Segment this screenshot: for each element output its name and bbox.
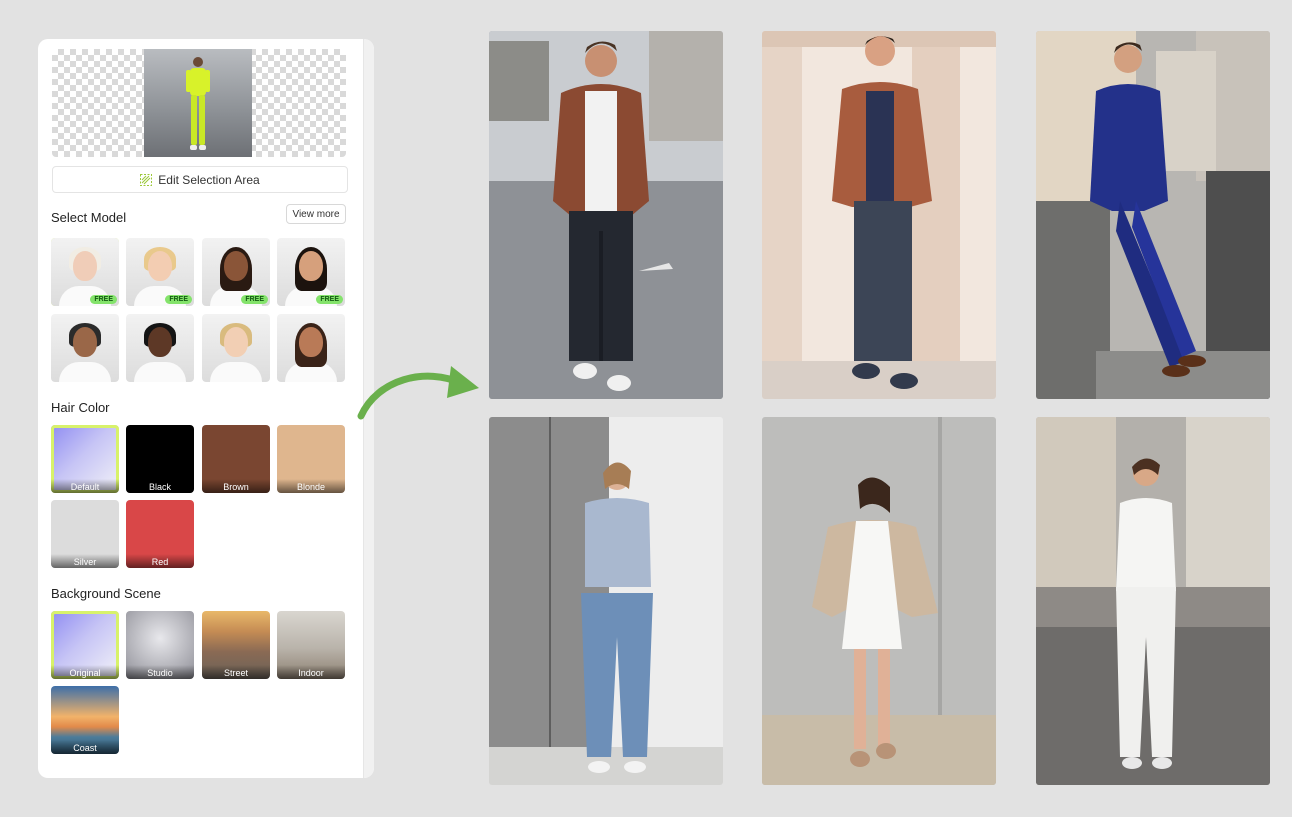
hair-color-title: Hair Color — [51, 400, 110, 415]
preview-photo — [144, 49, 252, 157]
hair-color-brown[interactable]: Brown — [202, 425, 270, 493]
model-option-4[interactable]: FREE — [277, 238, 345, 306]
result-photo-3[interactable] — [1036, 31, 1270, 399]
hair-color-blonde[interactable]: Blonde — [277, 425, 345, 493]
model-option-8[interactable] — [277, 314, 345, 382]
result-elevator-woman-jeans — [489, 417, 723, 785]
scene-street[interactable]: Street — [202, 611, 270, 679]
model-option-5[interactable] — [51, 314, 119, 382]
select-model-title: Select Model — [51, 210, 127, 225]
hair-color-red[interactable]: Red — [126, 500, 194, 568]
hair-color-label: Silver — [51, 554, 119, 568]
model-option-3[interactable]: FREE — [202, 238, 270, 306]
selection-area-icon — [140, 173, 153, 186]
free-badge: FREE — [316, 295, 343, 304]
result-street-man-brown-jacket — [489, 31, 723, 399]
model-face — [299, 327, 323, 357]
hair-color-black[interactable]: Black — [126, 425, 194, 493]
scene-label: Coast — [51, 740, 119, 754]
hair-color-label: Red — [126, 554, 194, 568]
model-option-1[interactable]: FREE — [51, 238, 119, 306]
hair-color-silver[interactable]: Silver — [51, 500, 119, 568]
result-photo-5[interactable] — [762, 417, 996, 785]
result-columns-man-brown-shirt — [762, 31, 996, 399]
hair-color-label: Black — [126, 479, 194, 493]
scene-label: Street — [202, 665, 270, 679]
model-face — [299, 251, 323, 281]
model-face — [148, 251, 172, 281]
scene-label: Original — [51, 665, 119, 679]
result-wall-woman-white-dress — [762, 417, 996, 785]
scene-coast[interactable]: Coast — [51, 686, 119, 754]
selection-preview — [52, 49, 346, 157]
model-face — [224, 251, 248, 281]
hair-color-label: Blonde — [277, 479, 345, 493]
model-face — [73, 251, 97, 281]
view-more-button[interactable]: View more — [286, 204, 346, 224]
free-badge: FREE — [165, 295, 192, 304]
curved-arrow-icon — [357, 366, 479, 420]
result-city-man-blue-suit — [1036, 31, 1270, 399]
hair-color-label: Brown — [202, 479, 270, 493]
settings-panel: Edit Selection Area Select Model View mo… — [38, 39, 374, 778]
hair-color-label: Default — [51, 479, 119, 493]
scene-studio[interactable]: Studio — [126, 611, 194, 679]
result-photo-1[interactable] — [489, 31, 723, 399]
edit-selection-label: Edit Selection Area — [158, 172, 260, 187]
free-badge: FREE — [241, 295, 268, 304]
free-badge: FREE — [90, 295, 117, 304]
model-option-7[interactable] — [202, 314, 270, 382]
model-option-2[interactable]: FREE — [126, 238, 194, 306]
result-photo-2[interactable] — [762, 31, 996, 399]
model-face — [73, 327, 97, 357]
scene-label: Indoor — [277, 665, 345, 679]
scene-original[interactable]: Original — [51, 611, 119, 679]
edit-selection-button[interactable]: Edit Selection Area — [52, 166, 348, 193]
result-photo-4[interactable] — [489, 417, 723, 785]
preview-figure-highlight — [186, 57, 210, 150]
scene-label: Studio — [126, 665, 194, 679]
result-street-woman-white-suit — [1036, 417, 1270, 785]
model-face — [148, 327, 172, 357]
hair-color-default[interactable]: Default — [51, 425, 119, 493]
result-photo-6[interactable] — [1036, 417, 1270, 785]
model-option-6[interactable] — [126, 314, 194, 382]
scene-indoor[interactable]: Indoor — [277, 611, 345, 679]
model-face — [224, 327, 248, 357]
background-scene-title: Background Scene — [51, 586, 161, 601]
